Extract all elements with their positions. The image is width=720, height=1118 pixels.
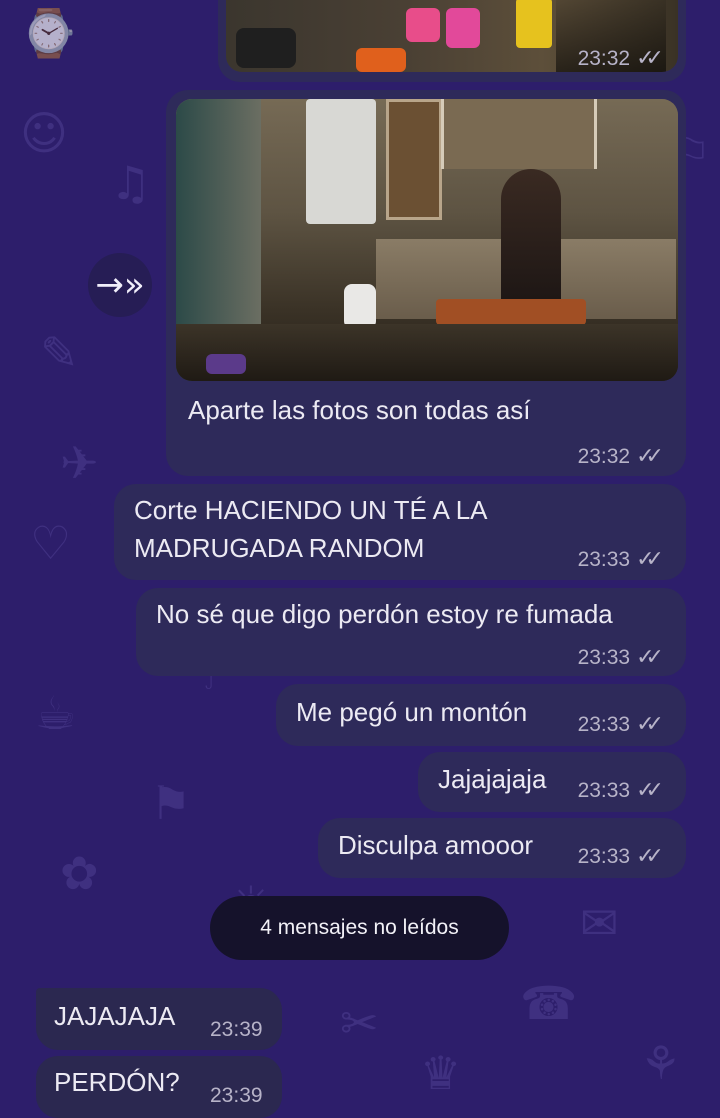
wallpaper-doodle: ⌚ <box>20 6 78 60</box>
wallpaper-doodle: ♡ <box>30 516 72 570</box>
incoming-message[interactable]: JAJAJAJA 23:39 <box>36 988 282 1050</box>
message-text: JAJAJAJA <box>54 1001 176 1031</box>
message-time: 23:39 <box>210 1084 263 1108</box>
wallpaper-doodle: ☕ <box>35 686 77 740</box>
time-label: 23:39 <box>210 1084 263 1107</box>
read-ticks-icon: ✓✓ <box>636 46 664 71</box>
message-text: Me pegó un montón <box>296 697 528 727</box>
unread-messages-banner: 4 mensajes no leídos <box>210 896 509 960</box>
outgoing-message[interactable]: Corte HACIENDO UN TÉ A LA MADRUGADA RAND… <box>114 484 686 580</box>
wallpaper-doodle: ⚑ <box>150 776 192 830</box>
read-ticks-icon: ✓✓ <box>636 778 664 803</box>
message-time: 23:32 ✓✓ <box>578 444 664 469</box>
message-time: 23:33 ✓✓ <box>578 645 664 670</box>
kitchen-photo[interactable] <box>176 99 678 381</box>
photo-message-top[interactable]: 23:32 ✓✓ <box>218 0 686 82</box>
wallpaper-doodle: ☎ <box>520 976 578 1030</box>
time-label: 23:32 <box>577 444 631 468</box>
message-text: Aparte las fotos son todas así <box>188 395 531 425</box>
wallpaper-doodle: ♛ <box>420 1046 462 1100</box>
message-text: Disculpa amooor <box>338 830 534 860</box>
message-time: 23:32 ✓✓ <box>578 46 664 71</box>
outgoing-message[interactable]: Jajajajaja 23:33 ✓✓ <box>418 752 686 812</box>
outgoing-message[interactable]: Me pegó un montón 23:33 ✓✓ <box>276 684 686 746</box>
message-time: 23:39 <box>210 1018 263 1042</box>
time-label: 23:33 <box>577 645 631 669</box>
message-time: 23:33 ✓✓ <box>578 844 664 869</box>
wallpaper-doodle: ⚘ <box>640 1036 682 1090</box>
message-text-line: MADRUGADA RANDOM <box>134 533 425 563</box>
time-label: 23:33 <box>577 778 631 802</box>
wallpaper-doodle: ♫ <box>110 156 152 210</box>
time-label: 23:32 <box>577 46 631 70</box>
message-time: 23:33 ✓✓ <box>578 547 664 572</box>
message-text: Jajajajaja <box>438 764 547 794</box>
message-text-line: Corte HACIENDO UN TÉ A LA <box>134 495 488 525</box>
read-ticks-icon: ✓✓ <box>636 712 664 737</box>
time-label: 23:39 <box>210 1018 263 1041</box>
read-ticks-icon: ✓✓ <box>636 547 664 572</box>
message-time: 23:33 ✓✓ <box>578 778 664 803</box>
time-label: 23:33 <box>577 547 631 571</box>
outgoing-message[interactable]: No sé que digo perdón estoy re fumada 23… <box>136 588 686 676</box>
outgoing-message[interactable]: Disculpa amooor 23:33 ✓✓ <box>318 818 686 878</box>
read-ticks-icon: ✓✓ <box>636 444 664 469</box>
photo-message[interactable]: Aparte las fotos son todas así 23:32 ✓✓ <box>166 90 686 476</box>
water-heater <box>306 99 376 224</box>
wallpaper-doodle: ✎ <box>40 326 79 380</box>
wallpaper-doodle: ☺ <box>20 106 68 160</box>
incoming-message[interactable]: PERDÓN? 23:39 <box>36 1056 282 1118</box>
wallpaper-doodle: ✂ <box>340 996 379 1050</box>
wallpaper-doodle: ✈ <box>60 436 99 490</box>
wallpaper-doodle: ✉ <box>580 896 619 950</box>
wallpaper-doodle: ✿ <box>60 846 99 900</box>
read-ticks-icon: ✓✓ <box>636 844 664 869</box>
time-label: 23:33 <box>577 712 631 736</box>
message-time: 23:33 ✓✓ <box>578 712 664 737</box>
person-figure <box>501 169 561 319</box>
forward-icon[interactable]: →» <box>88 253 152 317</box>
message-text: No sé que digo perdón estoy re fumada <box>156 599 613 629</box>
time-label: 23:33 <box>577 844 631 868</box>
read-ticks-icon: ✓✓ <box>636 645 664 670</box>
message-text: PERDÓN? <box>54 1067 180 1097</box>
